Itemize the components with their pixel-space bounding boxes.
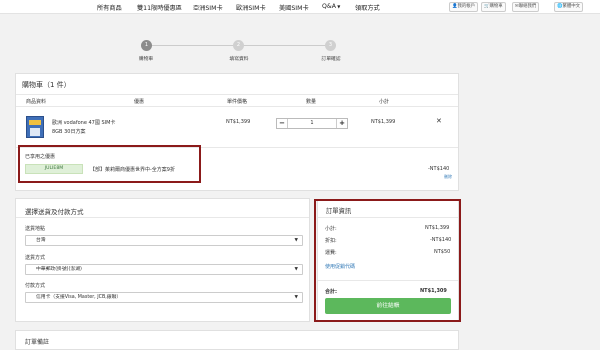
chevron-down-icon: ▼ [294,295,298,300]
payment-method-value: 信用卡（支援Visa, Master, JCB,銀聯） [36,295,122,300]
nav-usa-sim[interactable]: 美國SIM卡 [279,3,309,12]
col-header-quantity: 數量 [306,99,317,105]
col-header-subtotal: 小計 [379,99,390,105]
chevron-down-icon: ▼ [294,267,298,272]
delivery-method-value: 中華郵政(掛號)(澎湖) [36,267,82,272]
summary-highlight-box [314,199,461,322]
quantity-input[interactable]: 1 [288,119,336,128]
delivery-method-label: 送貨方式 [25,255,46,261]
nav-europe-sim[interactable]: 歐洲SIM卡 [236,3,266,12]
divider [16,94,458,95]
shipping-title: 選擇送貨及付款方式 [25,208,84,216]
region-label: 送貨地點 [25,226,46,232]
account-button-label: 我的帳戶 [457,4,476,9]
language-button-label: 繁體中文 [562,4,581,9]
nav-qa[interactable]: Q&A ▼ [322,3,340,10]
close-icon[interactable]: ✕ [436,117,442,125]
product-name[interactable]: 歐洲 vodafone 47國 SIM卡 [52,119,115,126]
chevron-down-icon: ▼ [294,238,298,243]
cart-button-label: 購物車 [489,4,503,9]
step-2-circle: 2 [233,40,244,51]
contact-button[interactable]: ✉聯絡我們 [512,2,540,12]
step-1-circle: 1 [141,40,152,51]
account-button[interactable]: 👤我的帳戶 [449,2,479,12]
cart-button[interactable]: 🛒購物車 [481,2,506,12]
delivery-method-select[interactable]: 中華郵政(掛號)(澎湖) ▼ [25,264,303,275]
top-nav: 所有商品 雙11限時優惠區 亞洲SIM卡 歐洲SIM卡 美國SIM卡 Q&A ▼… [0,0,600,14]
product-thumbnail[interactable] [26,116,44,138]
minus-icon[interactable]: − [277,119,288,128]
unit-price: NT$1,399 [226,119,251,125]
cart-title: 購物車（1 件） [22,81,71,89]
step-connector [150,45,240,46]
nav-qa-label: Q&A [322,3,336,10]
chevron-down-icon: ▼ [335,4,341,9]
contact-button-label: 聯絡我們 [518,4,537,9]
divider [16,106,458,107]
step-connector [240,45,330,46]
plus-icon[interactable]: + [336,119,347,128]
step-1-label: 購物車 [138,57,154,62]
step-3-label: 訂單確認 [321,57,341,62]
coupon-amount: -NT$140 [428,166,450,172]
checkout-steps: 1 2 3 購物車 填寫資料 訂單確認 [0,35,600,75]
nav-asia-sim[interactable]: 亞洲SIM卡 [193,3,223,12]
divider [16,217,309,218]
region-value: 台灣 [36,238,46,243]
payment-method-select[interactable]: 信用卡（支援Visa, Master, JCB,銀聯） ▼ [25,292,303,303]
nav-pickup[interactable]: 領取方式 [355,3,380,12]
step-3-circle: 3 [325,40,336,51]
quantity-stepper: − 1 + [276,118,348,129]
shipping-panel: 選擇送貨及付款方式 [15,198,310,322]
region-select[interactable]: 台灣 ▼ [25,235,303,246]
line-subtotal: NT$1,399 [371,119,396,125]
coupon-remove-link[interactable]: 刪除 [444,174,452,180]
col-header-unit-price: 單件價格 [227,99,248,105]
order-note-panel: 訂單備註 [15,330,459,350]
col-header-product: 商品資料 [26,99,47,105]
payment-method-label: 付款方式 [25,283,46,289]
step-2-label: 填寫資料 [229,57,249,62]
coupon-highlight-box [18,145,201,183]
nav-all-products[interactable]: 所有商品 [97,3,122,12]
language-button[interactable]: 🌐繁體中文 [554,2,584,12]
product-plan: 8GB 30日方案 [52,129,86,135]
nav-double11[interactable]: 雙11限時優惠區 [137,3,182,12]
col-header-discount: 優惠 [134,99,145,105]
